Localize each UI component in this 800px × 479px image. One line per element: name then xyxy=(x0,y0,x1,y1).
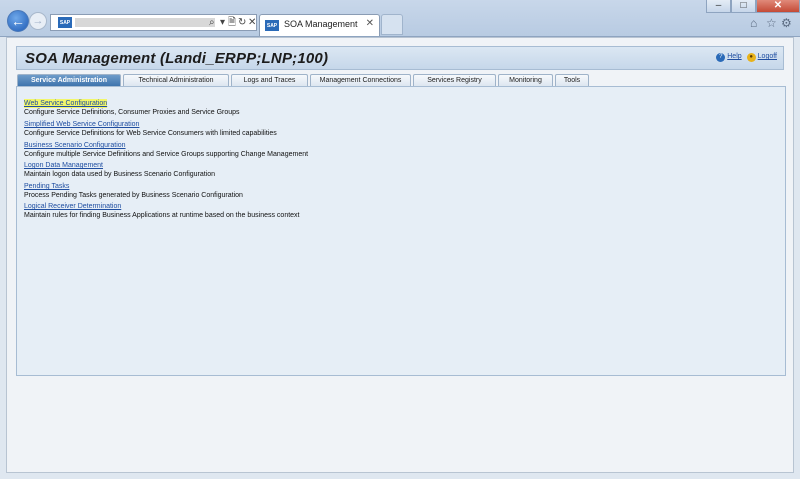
window-controls: – □ ✕ xyxy=(706,0,800,13)
list-item: Pending Tasks Process Pending Tasks gene… xyxy=(24,182,243,200)
simplified-web-service-configuration-link[interactable]: Simplified Web Service Configuration xyxy=(24,120,277,129)
star-icon[interactable]: ☆ xyxy=(766,16,777,30)
sap-logo-icon: SAP xyxy=(265,20,279,31)
browser-toolbar: ← → SAP ⌕ ▾ 🗎 ↻ ✕ SAP SOA Management ✕ –… xyxy=(0,0,800,37)
item-description: Configure multiple Service Definitions a… xyxy=(24,151,309,158)
help-link[interactable]: Help xyxy=(727,53,741,60)
help-link-wrap[interactable]: ? Help xyxy=(716,53,742,62)
refresh-icon[interactable]: ↻ xyxy=(238,15,246,30)
app-header: SOA Management (Landi_ERPP;LNP;100) ? Hel… xyxy=(16,46,784,70)
tab-tools[interactable]: Tools xyxy=(555,74,589,86)
browser-tab[interactable]: SAP SOA Management ✕ xyxy=(259,14,380,36)
logoff-link[interactable]: Logoff xyxy=(758,53,777,60)
list-item: Logon Data Management Maintain logon dat… xyxy=(24,161,215,179)
search-icon[interactable]: ⌕ xyxy=(209,15,215,30)
tab-service-administration[interactable]: Service Administration xyxy=(17,74,121,86)
list-item: Web Service Configuration Configure Serv… xyxy=(24,99,240,117)
logoff-icon: ● xyxy=(746,53,756,62)
item-description: Process Pending Tasks generated by Busin… xyxy=(24,192,243,199)
tab-technical-administration[interactable]: Technical Administration xyxy=(123,74,229,86)
business-scenario-configuration-link[interactable]: Business Scenario Configuration xyxy=(24,141,308,150)
tab-services-registry[interactable]: Services Registry xyxy=(413,74,496,86)
gear-icon[interactable]: ⚙ xyxy=(781,16,792,30)
page-title: SOA Management (Landi_ERPP;LNP;100) xyxy=(25,50,329,67)
maximize-button[interactable]: □ xyxy=(731,0,756,13)
tab-management-connections[interactable]: Management Connections xyxy=(310,74,411,86)
pending-tasks-link[interactable]: Pending Tasks xyxy=(24,182,243,191)
web-service-configuration-link[interactable]: Web Service Configuration xyxy=(24,99,108,108)
service-administration-panel: Web Service Configuration Configure Serv… xyxy=(16,86,786,376)
stop-icon[interactable]: ✕ xyxy=(248,15,256,30)
logoff-link-wrap[interactable]: ● Logoff xyxy=(746,53,777,62)
back-button[interactable]: ← xyxy=(7,10,29,32)
address-bar[interactable]: SAP ⌕ ▾ 🗎 ↻ ✕ xyxy=(50,14,257,31)
logical-receiver-determination-link[interactable]: Logical Receiver Determination xyxy=(24,202,300,211)
logon-data-management-link[interactable]: Logon Data Management xyxy=(24,161,215,170)
list-item: Logical Receiver Determination Maintain … xyxy=(24,202,300,220)
help-icon: ? xyxy=(716,53,726,62)
arrow-right-icon: → xyxy=(32,15,44,27)
item-description: Configure Service Definitions for Web Se… xyxy=(24,130,277,137)
minimize-button[interactable]: – xyxy=(706,0,731,13)
forward-button[interactable]: → xyxy=(29,12,47,30)
home-icon[interactable]: ⌂ xyxy=(750,16,757,30)
compat-icon[interactable]: 🗎 xyxy=(228,15,236,30)
close-window-button[interactable]: ✕ xyxy=(756,0,800,13)
item-description: Maintain logon data used by Business Sce… xyxy=(24,171,216,178)
tab-logs-and-traces[interactable]: Logs and Traces xyxy=(231,74,308,86)
arrow-left-icon: ← xyxy=(11,13,25,29)
page-content: SOA Management (Landi_ERPP;LNP;100) ? Hel… xyxy=(6,37,794,473)
browser-tab-title: SOA Management xyxy=(284,19,358,29)
dropdown-icon[interactable]: ▾ xyxy=(220,15,225,30)
new-tab-button[interactable] xyxy=(381,14,403,35)
tab-monitoring[interactable]: Monitoring xyxy=(498,74,553,86)
list-item: Business Scenario Configuration Configur… xyxy=(24,141,308,159)
item-description: Maintain rules for finding Business Appl… xyxy=(24,212,300,219)
item-description: Configure Service Definitions, Consumer … xyxy=(24,109,240,116)
list-item: Simplified Web Service Configuration Con… xyxy=(24,120,277,138)
close-tab-icon[interactable]: ✕ xyxy=(366,18,374,29)
sap-logo-icon: SAP xyxy=(58,17,72,28)
header-links: ? Help ● Logoff xyxy=(716,53,777,62)
address-url-redacted xyxy=(75,18,215,27)
